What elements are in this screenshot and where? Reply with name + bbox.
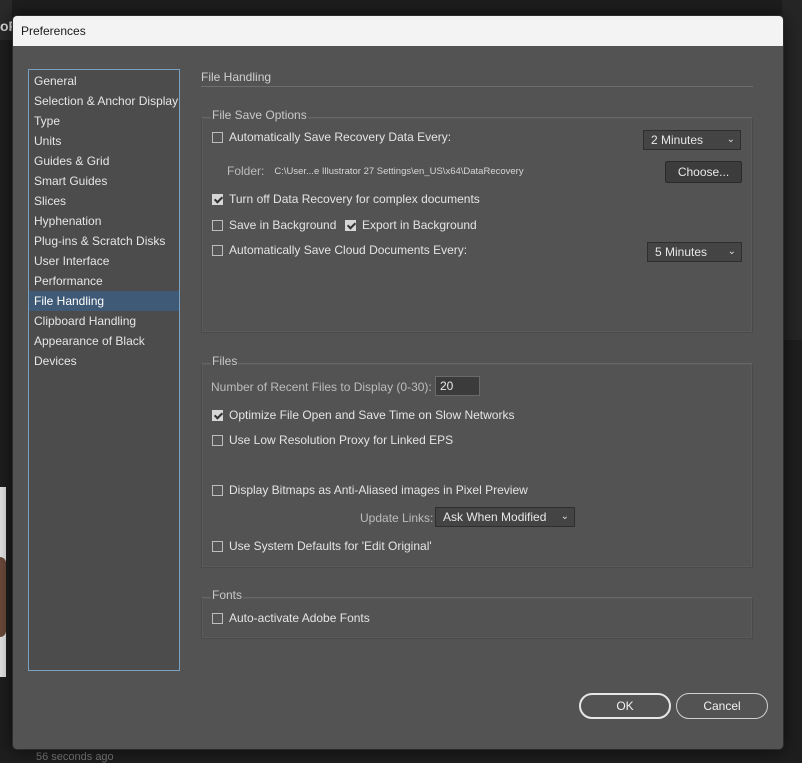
update-links-label: Update Links: [360, 511, 434, 525]
files-title: Files [211, 354, 239, 368]
recent-files-row: Number of Recent Files to Display (0-30)… [211, 380, 432, 394]
auto-save-cloud-interval-dropdown[interactable]: 5 Minutes ⌄ [647, 242, 742, 262]
sidebar-item-smart-guides[interactable]: Smart Guides [29, 171, 179, 191]
fonts-title: Fonts [211, 588, 244, 602]
sidebar-item-devices[interactable]: Devices [29, 351, 179, 371]
auto-save-cloud-interval-value: 5 Minutes [655, 245, 708, 259]
sidebar-item-general[interactable]: General [29, 71, 179, 91]
system-defaults-label: Use System Defaults for 'Edit Original' [229, 539, 432, 553]
sidebar-item-units[interactable]: Units [29, 131, 179, 151]
save-background-row[interactable]: Save in Background [212, 218, 336, 232]
save-background-checkbox[interactable] [212, 219, 223, 231]
dialog-titlebar[interactable]: Preferences [13, 16, 783, 46]
auto-save-interval-dropdown[interactable]: 2 Minutes ⌄ [643, 130, 741, 150]
sidebar-item-appearance-of-black[interactable]: Appearance of Black [29, 331, 179, 351]
preferences-dialog: Preferences General Selection & Anchor D… [12, 15, 784, 750]
sidebar-item-guides-grid[interactable]: Guides & Grid [29, 151, 179, 171]
system-defaults-row[interactable]: Use System Defaults for 'Edit Original' [212, 539, 432, 553]
sidebar-item-user-interface[interactable]: User Interface [29, 251, 179, 271]
sidebar-item-performance[interactable]: Performance [29, 271, 179, 291]
anti-alias-row[interactable]: Display Bitmaps as Anti-Aliased images i… [212, 483, 528, 497]
chevron-down-icon: ⌄ [727, 246, 736, 257]
auto-save-interval-value: 2 Minutes [651, 133, 704, 147]
update-links-value: Ask When Modified [443, 510, 547, 524]
page-title: File Handling [201, 70, 272, 84]
recent-files-label: Number of Recent Files to Display (0-30)… [211, 380, 432, 394]
chevron-down-icon: ⌄ [726, 134, 735, 145]
choose-folder-button[interactable]: Choose... [665, 161, 742, 183]
folder-path: C:\User...e Illustrator 27 Settings\en_U… [274, 165, 524, 177]
recent-files-input[interactable]: 20 [435, 376, 480, 396]
optimize-row[interactable]: Optimize File Open and Save Time on Slow… [212, 408, 514, 422]
sidebar-item-slices[interactable]: Slices [29, 191, 179, 211]
sidebar-item-clipboard-handling[interactable]: Clipboard Handling [29, 311, 179, 331]
chevron-down-icon: ⌄ [560, 511, 569, 522]
export-background-row[interactable]: Export in Background [345, 218, 477, 232]
file-save-options-title: File Save Options [211, 108, 308, 122]
sidebar-item-selection-anchor-display[interactable]: Selection & Anchor Display [29, 91, 179, 111]
folder-row: Folder: C:\User...e Illustrator 27 Setti… [227, 164, 524, 178]
sidebar-item-hyphenation[interactable]: Hyphenation [29, 211, 179, 231]
save-background-label: Save in Background [229, 218, 337, 232]
ok-button[interactable]: OK [579, 693, 671, 719]
auto-save-cloud-checkbox[interactable] [212, 244, 223, 256]
auto-save-recovery-row[interactable]: Automatically Save Recovery Data Every: [212, 130, 451, 144]
auto-activate-fonts-row[interactable]: Auto-activate Adobe Fonts [212, 611, 370, 625]
export-background-checkbox[interactable] [345, 219, 356, 231]
turn-off-recovery-label: Turn off Data Recovery for complex docum… [229, 192, 480, 206]
export-background-label: Export in Background [362, 218, 477, 232]
auto-save-cloud-row[interactable]: Automatically Save Cloud Documents Every… [212, 243, 467, 257]
low-res-row[interactable]: Use Low Resolution Proxy for Linked EPS [212, 433, 453, 447]
sidebar-item-type[interactable]: Type [29, 111, 179, 131]
sidebar-item-file-handling[interactable]: File Handling [29, 291, 179, 311]
cancel-button[interactable]: Cancel [676, 693, 768, 719]
system-defaults-checkbox[interactable] [212, 540, 223, 552]
auto-save-cloud-label: Automatically Save Cloud Documents Every… [229, 243, 468, 257]
page-title-divider [201, 86, 753, 87]
dialog-title: Preferences [21, 24, 86, 38]
background-status-text: 56 seconds ago [36, 751, 114, 763]
auto-save-recovery-checkbox[interactable] [212, 131, 223, 143]
update-links-row: Update Links: [360, 511, 433, 525]
turn-off-recovery-row[interactable]: Turn off Data Recovery for complex docum… [212, 192, 480, 206]
sidebar-item-plugins-scratch-disks[interactable]: Plug-ins & Scratch Disks [29, 231, 179, 251]
update-links-dropdown[interactable]: Ask When Modified ⌄ [435, 507, 575, 527]
preferences-category-list[interactable]: General Selection & Anchor Display Type … [28, 69, 180, 671]
background-thumbnail [0, 487, 6, 677]
auto-activate-fonts-checkbox[interactable] [212, 612, 223, 624]
background-right-panel [782, 0, 802, 340]
low-res-label: Use Low Resolution Proxy for Linked EPS [229, 433, 454, 447]
low-res-checkbox[interactable] [212, 434, 223, 446]
folder-label: Folder: [227, 164, 265, 178]
turn-off-recovery-checkbox[interactable] [212, 193, 223, 205]
optimize-label: Optimize File Open and Save Time on Slow… [229, 408, 515, 422]
auto-activate-fonts-label: Auto-activate Adobe Fonts [229, 611, 370, 625]
optimize-checkbox[interactable] [212, 409, 223, 421]
auto-save-recovery-label: Automatically Save Recovery Data Every: [229, 130, 452, 144]
anti-alias-label: Display Bitmaps as Anti-Aliased images i… [229, 483, 528, 497]
anti-alias-checkbox[interactable] [212, 484, 223, 496]
